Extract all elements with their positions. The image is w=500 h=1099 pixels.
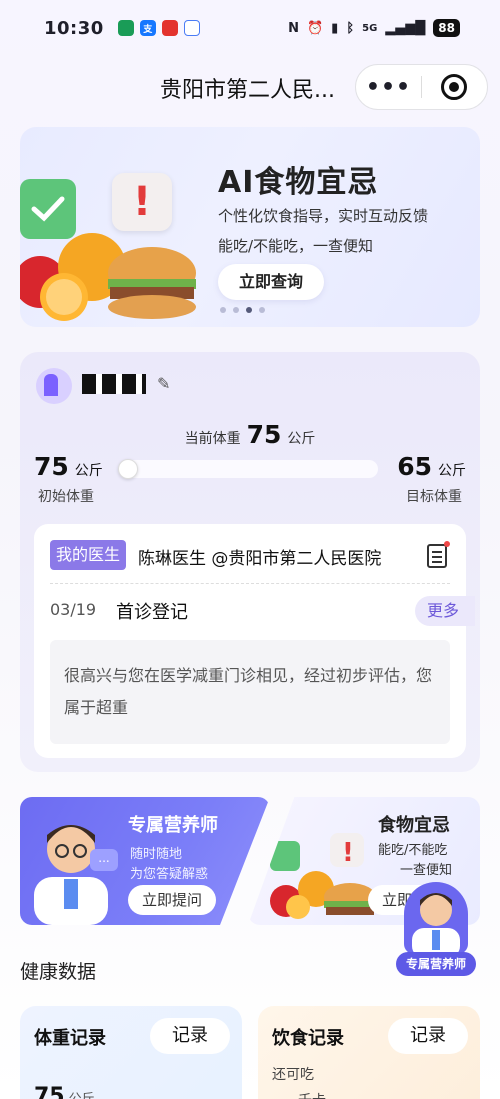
carousel-dot-active [246, 307, 252, 313]
bank-app-icon [117, 20, 134, 36]
weight-record-title: 体重记录 [34, 1028, 106, 1049]
signal-bars-icon: ▂▄▆█ [385, 20, 426, 36]
doctor-note: 很高兴与您在医学减重门诊相见，经过初步评估，您属于超重 [50, 640, 450, 744]
status-indicators: N ⏰ ▮ ᛒ 5G ▂▄▆█ 88 [288, 19, 460, 37]
chat-bubble-icon: ... [90, 849, 118, 871]
goal-weight-value: 65 [397, 452, 432, 481]
weight-progress-bar [118, 459, 378, 479]
floating-nutritionist-button[interactable]: 专属营养师 [396, 882, 476, 977]
status-time: 10:30 [44, 17, 104, 39]
weight-record-button[interactable]: 记录 [150, 1018, 230, 1054]
diet-record-card[interactable]: 饮食记录 记录 还可吃 千卡 [258, 1006, 480, 1099]
food-guide-subtitle-1: 能吃/不能吃 [378, 843, 448, 858]
more-menu-button[interactable]: ••• [356, 75, 421, 100]
goal-weight-label: 目标体重 [406, 489, 462, 505]
carousel-dot [259, 307, 265, 313]
cloud-app-icon [183, 20, 200, 36]
divider [50, 583, 450, 584]
status-app-icons: 支 [117, 20, 200, 36]
ask-now-button[interactable]: 立即提问 [128, 885, 216, 915]
initial-weight-unit: 公斤 [74, 463, 103, 479]
news-app-icon [161, 20, 178, 36]
goal-weight: 65 公斤 [397, 452, 466, 481]
food-illustration-small: ! [270, 833, 376, 919]
visit-date: 03/19 [50, 600, 97, 619]
weight-profile-card: ✎ 当前体重 75 公斤 75 公斤 初始体重 65 公斤 目标体重 我的医生 陈琳医生… [20, 352, 480, 772]
diet-unit: 千卡 [298, 1090, 326, 1099]
current-weight-label: 当前体重 [184, 431, 241, 447]
banner-title: AI食物宜忌 [218, 165, 379, 200]
progress-thumb [118, 459, 138, 479]
close-mini-program-button[interactable] [422, 74, 487, 100]
weight-record-unit: 公斤 [69, 1092, 95, 1099]
nav-bar: 贵阳市第二人民... ••• [0, 60, 500, 112]
weight-record-number: 75 [34, 1084, 65, 1099]
masked-username [82, 374, 146, 394]
goal-weight-unit: 公斤 [438, 463, 466, 479]
nutritionist-badge: 专属营养师 [396, 952, 476, 976]
initial-weight-value: 75 [34, 452, 69, 481]
diet-record-title: 饮食记录 [272, 1028, 344, 1049]
target-icon [441, 74, 468, 100]
battery-icon: 88 [433, 19, 460, 37]
carousel-dot [233, 307, 239, 313]
diet-remaining-label: 还可吃 [272, 1067, 314, 1083]
food-illustration [20, 233, 196, 321]
nfc-icon: N [288, 20, 299, 36]
my-doctor-tag: 我的医生 [50, 540, 127, 570]
avatar[interactable] [36, 368, 72, 404]
nutritionist-avatar [404, 882, 468, 954]
food-guide-title: 食物宜忌 [378, 815, 450, 836]
page-title: 贵阳市第二人民... [160, 78, 335, 103]
health-data-title: 健康数据 [20, 961, 97, 983]
banner-subtitle-1: 个性化饮食指导，实时互动反馈 [218, 207, 429, 225]
signal-icon: 5G [362, 22, 378, 34]
doctor-name[interactable]: 陈琳医生 @贵阳市第二人民医院 [138, 544, 381, 569]
my-doctor-card: 我的医生 陈琳医生 @贵阳市第二人民医院 03/19 首诊登记 更多 很高兴与您… [34, 524, 475, 758]
current-weight-value: 75 [246, 420, 282, 449]
banner-subtitle-2: 能吃/不能吃，一查便知 [218, 237, 374, 255]
initial-weight-label: 初始体重 [38, 489, 94, 505]
diet-record-button[interactable]: 记录 [388, 1018, 468, 1054]
query-now-button[interactable]: 立即查询 [218, 264, 324, 300]
records-list-icon[interactable] [427, 541, 450, 568]
carousel-dot [220, 307, 226, 313]
nutritionist-subtitle-1: 随时随地 [130, 847, 183, 862]
food-guide-banner[interactable]: ! AI食物宜忌 个性化饮食指导，实时互动反馈 能吃/不能吃，一查便知 立即查询 [20, 127, 480, 327]
nutritionist-subtitle-2: 为您答疑解惑 [130, 867, 209, 882]
alarm-icon: ⏰ [306, 20, 324, 36]
status-bar: 10:30 支 N ⏰ ▮ ᛒ 5G ▂▄▆█ 88 [0, 0, 500, 56]
mini-program-capsule: ••• [355, 64, 488, 110]
weight-record-card[interactable]: 体重记录 记录 75 公斤 [20, 1006, 242, 1099]
food-guide-subtitle-2: 一查便知 [400, 863, 453, 878]
nutritionist-promo-card[interactable]: ... 专属营养师 随时随地 为您答疑解惑 立即提问 [20, 797, 270, 925]
svg-text:!: ! [342, 838, 354, 868]
current-weight: 当前体重 75 公斤 [20, 420, 480, 449]
edit-icon[interactable]: ✎ [157, 374, 170, 393]
bluetooth-icon: ᛒ [346, 20, 355, 36]
current-weight-unit: 公斤 [287, 431, 316, 447]
weight-record-value: 75 公斤 [34, 1084, 95, 1099]
nutritionist-title: 专属营养师 [128, 815, 218, 836]
visit-title: 首诊登记 [116, 602, 188, 623]
more-button[interactable]: 更多 [415, 596, 475, 626]
carousel-indicator [220, 307, 265, 313]
warning-icon: ! [112, 173, 172, 231]
vibrate-icon: ▮ [331, 20, 339, 36]
alipay-icon: 支 [139, 20, 156, 36]
initial-weight: 75 公斤 [34, 452, 103, 481]
